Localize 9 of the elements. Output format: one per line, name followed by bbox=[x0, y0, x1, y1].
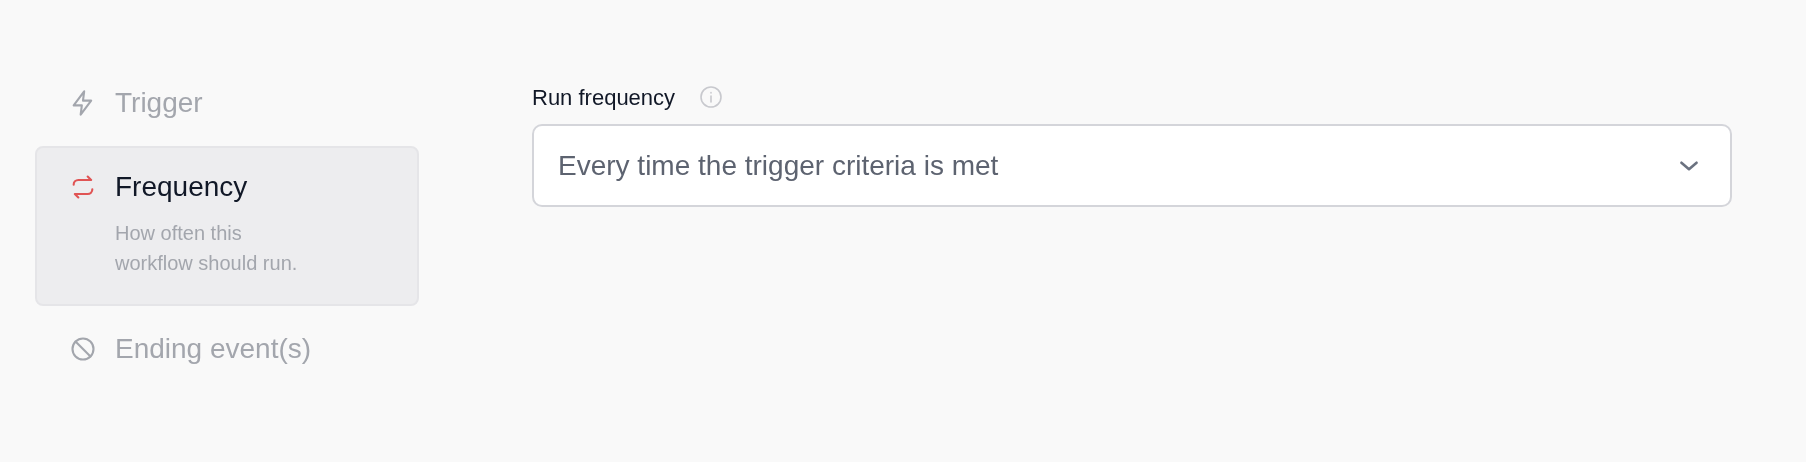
step-title: Trigger bbox=[115, 86, 203, 120]
info-icon[interactable] bbox=[699, 85, 724, 109]
step-title: Frequency bbox=[115, 170, 248, 204]
field-label: Run frequency bbox=[532, 83, 676, 112]
step-title: Ending event(s) bbox=[115, 332, 312, 366]
frequency-select[interactable]: Every time the trigger criteria is met bbox=[532, 124, 1732, 207]
step-description: How often this workflow should run. bbox=[115, 221, 299, 276]
step-item[interactable]: Frequency How often this workflow should run. bbox=[35, 146, 419, 306]
prohibited-icon bbox=[69, 335, 97, 363]
